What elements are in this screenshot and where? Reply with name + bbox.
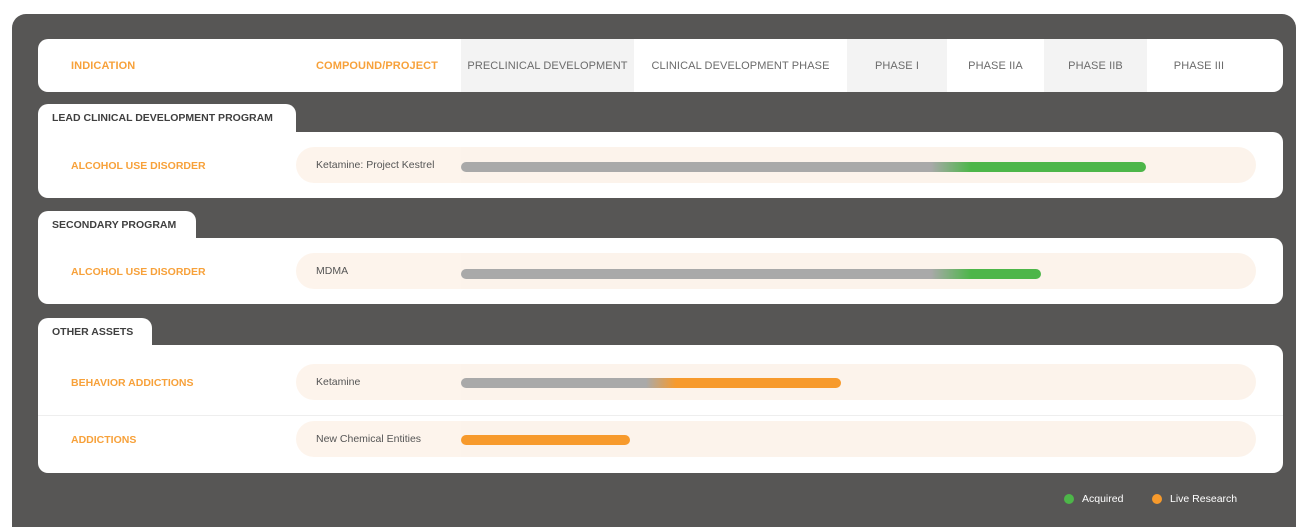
table-row: BEHAVIOR ADDICTIONS Ketamine: [38, 354, 1283, 411]
group-tab-other: OTHER ASSETS: [38, 318, 152, 346]
progress-bar: [461, 378, 841, 388]
header-phase-1: PHASE I: [874, 59, 920, 72]
row-indication: BEHAVIOR ADDICTIONS: [71, 376, 194, 389]
header-phase-3: PHASE III: [1173, 59, 1225, 72]
legend-item-acquired: Acquired: [1064, 492, 1123, 506]
header-indication: INDICATION: [71, 59, 136, 72]
header-phase-2b: PHASE IIB: [1068, 59, 1123, 72]
legend-item-live-research: Live Research: [1152, 492, 1237, 506]
table-row: ADDICTIONS New Chemical Entities: [38, 411, 1283, 468]
header-phase-clinical: CLINICAL DEVELOPMENT PHASE: [651, 59, 830, 72]
header-phase-preclinical: PRECLINICAL DEVELOPMENT: [467, 59, 628, 72]
acquired-dot-icon: [1064, 494, 1074, 504]
group-tab-lead: LEAD CLINICAL DEVELOPMENT PROGRAM: [38, 104, 296, 132]
progress-bar: [461, 435, 630, 445]
progress-bar: [461, 269, 1041, 279]
header-compound: COMPOUND/PROJECT: [316, 59, 438, 72]
table-row: ALCOHOL USE DISORDER MDMA: [38, 243, 1283, 300]
group-tab-secondary: SECONDARY PROGRAM: [38, 211, 196, 239]
row-indication: ADDICTIONS: [71, 433, 137, 446]
row-compound: Ketamine: Project Kestrel: [316, 159, 435, 171]
compound-pill: New Chemical Entities: [296, 421, 1256, 457]
table-row: ALCOHOL USE DISORDER Ketamine: Project K…: [38, 137, 1283, 194]
row-compound: Ketamine: [316, 376, 361, 388]
progress-bar: [461, 162, 1146, 172]
legend-label: Acquired: [1082, 493, 1124, 505]
row-indication: ALCOHOL USE DISORDER: [71, 265, 206, 278]
row-indication: ALCOHOL USE DISORDER: [71, 159, 206, 172]
legend-label: Live Research: [1170, 493, 1238, 505]
live-research-dot-icon: [1152, 494, 1162, 504]
pipeline-header: INDICATION COMPOUND/PROJECT PRECLINICAL …: [38, 39, 1283, 92]
group-secondary: ALCOHOL USE DISORDER MDMA: [38, 238, 1283, 304]
row-compound: New Chemical Entities: [316, 433, 422, 445]
group-lead: ALCOHOL USE DISORDER Ketamine: Project K…: [38, 132, 1283, 198]
header-phase-2a: PHASE IIA: [968, 59, 1023, 72]
group-other: BEHAVIOR ADDICTIONS Ketamine ADDICTIONS …: [38, 345, 1283, 473]
row-compound: MDMA: [316, 265, 349, 277]
